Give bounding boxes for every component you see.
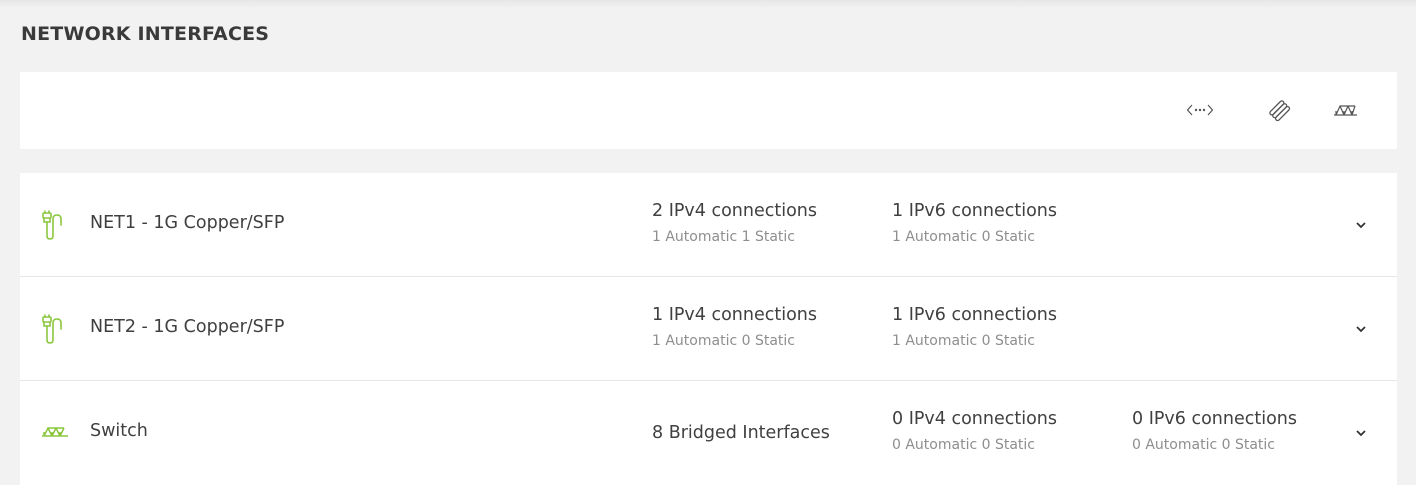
ipv4-breakdown: 0 Automatic 0 Static — [892, 437, 1035, 453]
bridged-count: 8 Bridged Interfaces — [652, 423, 830, 443]
chevron-down-icon[interactable] — [1353, 425, 1369, 441]
bridge-icon — [1334, 105, 1357, 116]
section-title: NETWORK INTERFACES — [21, 23, 270, 45]
ipv6-summary: 1 IPv6 connections 1 Automatic 0 Static — [892, 303, 1057, 350]
interface-list: NET1 - 1G Copper/SFP 2 IPv4 connections … — [20, 173, 1397, 485]
interface-name: Switch — [90, 421, 148, 441]
interface-name: NET2 - 1G Copper/SFP — [90, 317, 285, 337]
ipv6-summary: 1 IPv6 connections 1 Automatic 0 Static — [892, 199, 1057, 246]
ipv6-count: 1 IPv6 connections — [892, 305, 1058, 325]
bridged-summary: 8 Bridged Interfaces — [652, 421, 830, 445]
add-bridge-button[interactable] — [1329, 95, 1363, 125]
bond-icon — [1269, 100, 1291, 122]
ipv4-count: 0 IPv4 connections — [892, 409, 1058, 429]
ipv6-count: 0 IPv6 connections — [1132, 409, 1298, 429]
ipv4-summary: 0 IPv4 connections 0 Automatic 0 Static — [892, 407, 1057, 454]
chevron-down-icon[interactable] — [1353, 321, 1369, 337]
interface-row-net2[interactable]: NET2 - 1G Copper/SFP 1 IPv4 connections … — [20, 277, 1397, 381]
ipv4-count: 2 IPv4 connections — [652, 201, 818, 221]
ethernet-icon — [42, 314, 62, 344]
ipv6-breakdown: 1 Automatic 0 Static — [892, 333, 1035, 349]
ipv6-count: 1 IPv6 connections — [892, 201, 1058, 221]
ipv6-summary: 0 IPv6 connections 0 Automatic 0 Static — [1132, 407, 1297, 454]
chevron-down-icon[interactable] — [1353, 217, 1369, 233]
ipv6-breakdown: 0 Automatic 0 Static — [1132, 437, 1275, 453]
interface-row-switch[interactable]: Switch 8 Bridged Interfaces 0 IPv4 conne… — [20, 381, 1397, 485]
ipv4-summary: 2 IPv4 connections 1 Automatic 1 Static — [652, 199, 817, 246]
ipv4-summary: 1 IPv4 connections 1 Automatic 0 Static — [652, 303, 817, 350]
ipv4-breakdown: 1 Automatic 0 Static — [652, 333, 795, 349]
ethernet-icon — [42, 210, 62, 240]
top-shadow — [0, 0, 1416, 8]
bridge-icon — [42, 427, 68, 437]
ipv4-count: 1 IPv4 connections — [652, 305, 818, 325]
vlan-icon — [1186, 104, 1214, 116]
interface-name: NET1 - 1G Copper/SFP — [90, 213, 285, 233]
ipv6-breakdown: 1 Automatic 0 Static — [892, 229, 1035, 245]
interface-row-net1[interactable]: NET1 - 1G Copper/SFP 2 IPv4 connections … — [20, 173, 1397, 277]
add-bond-button[interactable] — [1262, 95, 1296, 125]
add-vlan-button[interactable] — [1183, 95, 1217, 125]
ipv4-breakdown: 1 Automatic 1 Static — [652, 229, 795, 245]
interface-toolbar — [20, 72, 1397, 149]
